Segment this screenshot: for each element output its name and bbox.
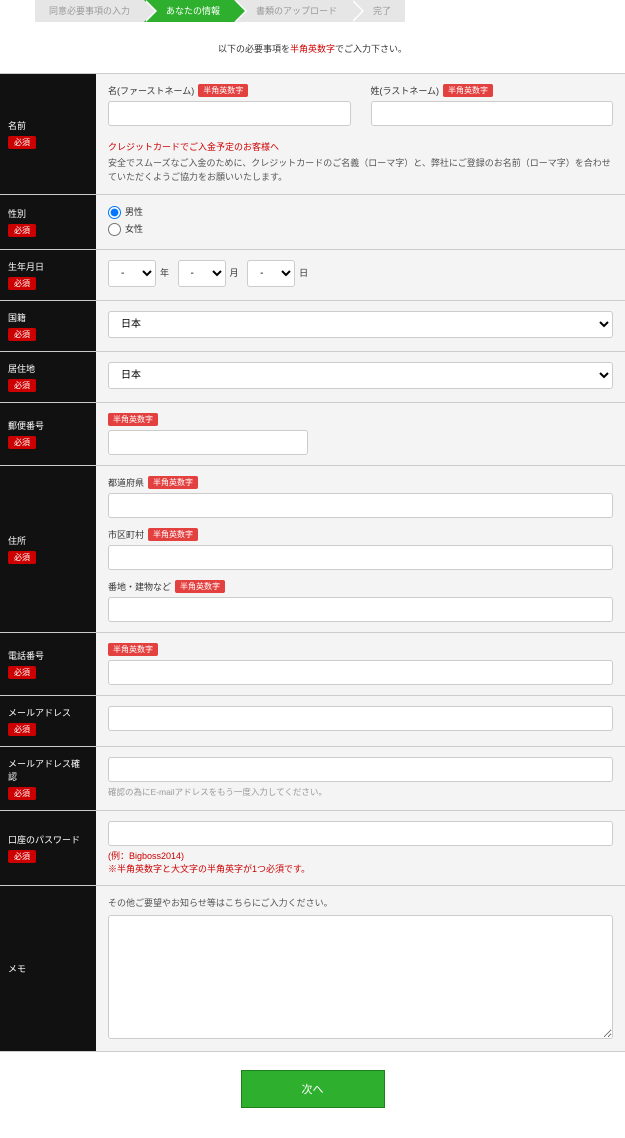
- dob-day-select[interactable]: -: [247, 260, 295, 287]
- step-2: あなたの情報: [144, 0, 234, 22]
- gender-male-radio[interactable]: [108, 206, 121, 219]
- label-dob: 生年月日 必須: [0, 250, 96, 300]
- row-address: 住所 必須 都道府県半角英数字 市区町村半角英数字 番地・建物など半角英数字: [0, 466, 625, 633]
- row-postal: 郵便番号 必須 半角英数字: [0, 403, 625, 466]
- prefecture-label: 都道府県半角英数字: [108, 476, 613, 489]
- postal-hanchi: 半角英数字: [108, 413, 158, 426]
- residence-select[interactable]: 日本: [108, 362, 613, 389]
- required-badge: 必須: [8, 787, 36, 800]
- required-badge: 必須: [8, 551, 36, 564]
- row-email-confirm: メールアドレス確認 必須 確認の為にE-mailアドレスをもう一度入力してくださ…: [0, 747, 625, 811]
- step-3: 書類のアップロード: [234, 0, 351, 22]
- last-name-label: 姓(ラストネーム)半角英数字: [371, 84, 614, 97]
- city-input[interactable]: [108, 545, 613, 570]
- phone-input[interactable]: [108, 660, 613, 685]
- required-badge: 必須: [8, 379, 36, 392]
- label-gender: 性別 必須: [0, 195, 96, 249]
- password-hint1: (例：Bigboss2014): [108, 850, 613, 863]
- row-password: 口座のパスワード 必須 (例：Bigboss2014) ※半角英数字と大文字の半…: [0, 811, 625, 886]
- required-badge: 必須: [8, 850, 36, 863]
- memo-hint: その他ご要望やお知らせ等はこちらにご入力ください。: [108, 896, 613, 909]
- required-badge: 必須: [8, 136, 36, 149]
- required-badge: 必須: [8, 224, 36, 237]
- gender-male-label[interactable]: 男性: [108, 205, 613, 219]
- first-name-label: 名(ファーストネーム)半角英数字: [108, 84, 351, 97]
- required-badge: 必須: [8, 277, 36, 290]
- label-password: 口座のパスワード 必須: [0, 811, 96, 885]
- label-name: 名前 必須: [0, 74, 96, 194]
- dob-day-unit: 日: [299, 268, 308, 278]
- stepper: 同意必要事項の入力 あなたの情報 書類のアップロード 完了: [35, 0, 625, 22]
- row-phone: 電話番号 必須 半角英数字: [0, 633, 625, 696]
- street-input[interactable]: [108, 597, 613, 622]
- dob-year-select[interactable]: -: [108, 260, 156, 287]
- label-email-confirm: メールアドレス確認 必須: [0, 747, 96, 810]
- instructions: 以下の必要事項を半角英数字でご入力下さい。: [0, 42, 625, 55]
- label-phone: 電話番号 必須: [0, 633, 96, 695]
- first-name-input[interactable]: [108, 101, 351, 126]
- gender-female-radio[interactable]: [108, 223, 121, 236]
- label-address: 住所 必須: [0, 466, 96, 632]
- required-badge: 必須: [8, 328, 36, 341]
- gender-female-label[interactable]: 女性: [108, 222, 613, 236]
- phone-hanchi: 半角英数字: [108, 643, 158, 656]
- row-memo: メモ その他ご要望やお知らせ等はこちらにご入力ください。: [0, 886, 625, 1052]
- cc-notice-title: クレジットカードでご入金予定のお客様へ: [108, 140, 613, 153]
- postal-input[interactable]: [108, 430, 308, 455]
- city-label: 市区町村半角英数字: [108, 528, 613, 541]
- row-gender: 性別 必須 男性 女性: [0, 195, 625, 250]
- memo-textarea[interactable]: [108, 915, 613, 1039]
- nationality-select[interactable]: 日本: [108, 311, 613, 338]
- row-nationality: 国籍 必須 日本: [0, 301, 625, 352]
- password-hint2: ※半角英数字と大文字の半角英字が1つ必須です。: [108, 863, 613, 876]
- form: 名前 必須 名(ファーストネーム)半角英数字 姓(ラストネーム)半角英数字: [0, 73, 625, 1052]
- label-postal: 郵便番号 必須: [0, 403, 96, 465]
- prefecture-input[interactable]: [108, 493, 613, 518]
- last-name-input[interactable]: [371, 101, 614, 126]
- dob-year-unit: 年: [160, 268, 169, 278]
- email-confirm-input[interactable]: [108, 757, 613, 782]
- email-input[interactable]: [108, 706, 613, 731]
- required-badge: 必須: [8, 723, 36, 736]
- step-1: 同意必要事項の入力: [35, 0, 144, 22]
- label-residence: 居住地 必須: [0, 352, 96, 402]
- password-input[interactable]: [108, 821, 613, 846]
- street-label: 番地・建物など半角英数字: [108, 580, 613, 593]
- cc-notice-body: 安全でスムーズなご入金のために、クレジットカードのご名義（ローマ字）と、弊社にご…: [108, 157, 613, 184]
- row-dob: 生年月日 必須 -年 -月 -日: [0, 250, 625, 301]
- dob-month-unit: 月: [230, 268, 239, 278]
- dob-month-select[interactable]: -: [178, 260, 226, 287]
- row-email: メールアドレス 必須: [0, 696, 625, 747]
- label-nationality: 国籍 必須: [0, 301, 96, 351]
- submit-button[interactable]: 次へ: [241, 1070, 385, 1108]
- required-badge: 必須: [8, 666, 36, 679]
- row-name: 名前 必須 名(ファーストネーム)半角英数字 姓(ラストネーム)半角英数字: [0, 74, 625, 195]
- row-residence: 居住地 必須 日本: [0, 352, 625, 403]
- label-memo: メモ: [0, 886, 96, 1051]
- required-badge: 必須: [8, 436, 36, 449]
- label-email: メールアドレス 必須: [0, 696, 96, 746]
- email-confirm-hint: 確認の為にE-mailアドレスをもう一度入力してください。: [108, 786, 613, 798]
